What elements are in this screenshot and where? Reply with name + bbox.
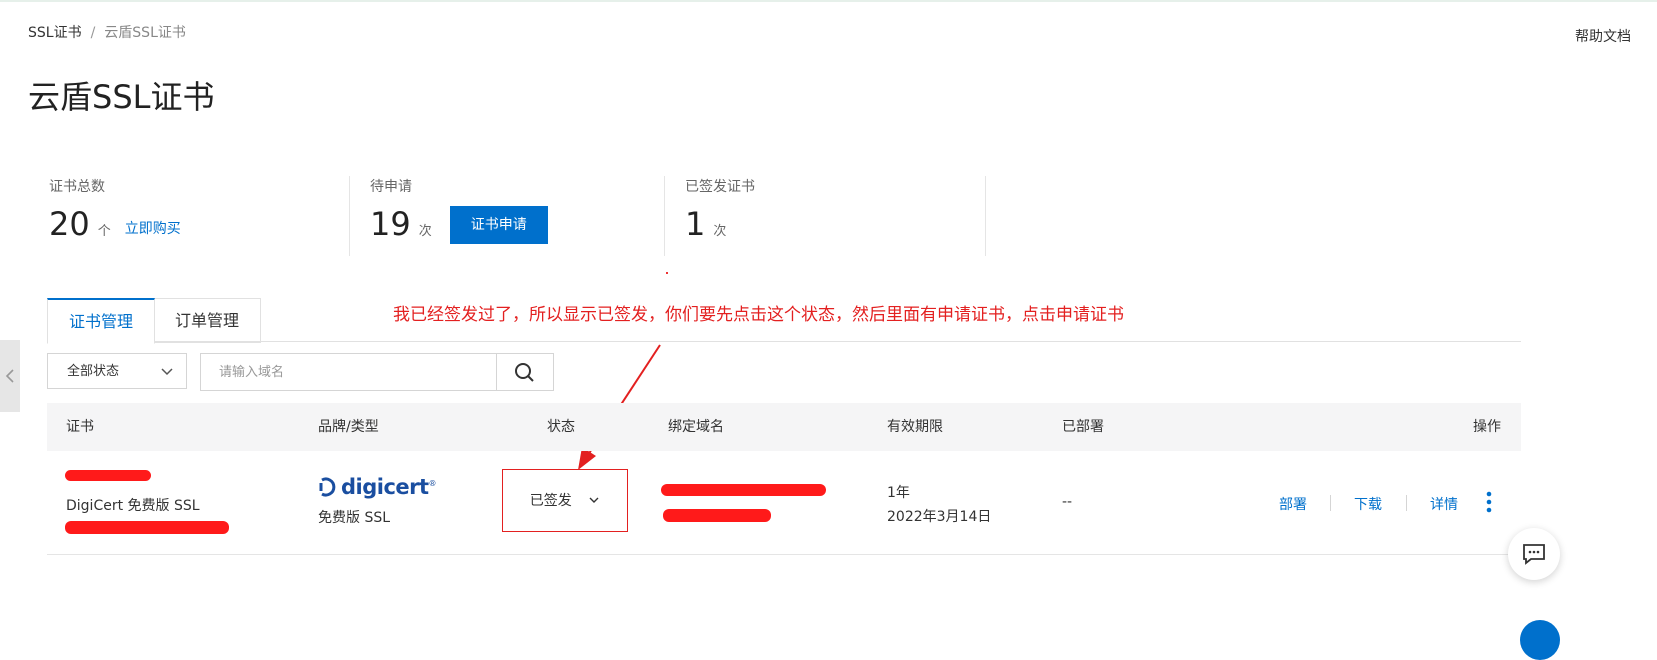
deploy-button[interactable]: 部署 <box>1279 494 1307 514</box>
th-deployed: 已部署 <box>1062 419 1104 435</box>
th-cert: 证书 <box>66 419 94 435</box>
chat-button[interactable] <box>1508 528 1560 580</box>
top-accent-line <box>0 0 1657 2</box>
stat-pending-label: 待申请 <box>370 179 412 195</box>
detail-button[interactable]: 详情 <box>1430 494 1458 514</box>
search-icon <box>515 363 534 382</box>
th-brand: 品牌/类型 <box>318 419 379 435</box>
stats-divider <box>985 176 986 256</box>
chat-icon <box>1523 544 1545 565</box>
op-divider <box>1330 495 1331 511</box>
digicert-logo: digicert® <box>319 475 437 499</box>
stat-issued-unit: 次 <box>713 223 727 239</box>
th-status: 状态 <box>547 419 575 435</box>
apply-certificate-button[interactable]: 证书申请 <box>449 206 548 244</box>
status-value: 已签发 <box>529 493 572 509</box>
deployed-value: -- <box>1062 494 1073 510</box>
sidebar-collapse-handle[interactable] <box>0 340 20 412</box>
page-title: 云盾SSL证书 <box>28 78 215 116</box>
stat-pending-value: 19 <box>370 205 411 243</box>
breadcrumb-current: 云盾SSL证书 <box>104 25 186 41</box>
breadcrumb: SSL证书 / 云盾SSL证书 <box>28 22 186 42</box>
redaction-mark <box>65 521 229 534</box>
annotation-dot <box>666 272 668 274</box>
corner-widget <box>1520 620 1560 660</box>
tab-cert-management[interactable]: 证书管理 <box>47 298 155 344</box>
chevron-down-icon <box>160 354 174 404</box>
domain-search <box>200 353 554 391</box>
domain-search-input[interactable] <box>201 354 495 390</box>
stat-total-value: 20 <box>49 205 90 243</box>
redaction-mark <box>661 484 826 496</box>
chevron-down-icon <box>589 497 599 503</box>
search-button[interactable] <box>496 354 554 390</box>
stat-issued: 已签发证书 1 次 <box>664 176 965 256</box>
redaction-mark <box>65 470 151 481</box>
stat-issued-value: 1 <box>685 205 706 243</box>
validity-date: 2022年3月14日 <box>887 509 992 525</box>
redaction-mark <box>663 509 771 522</box>
stat-pending-unit: 次 <box>418 223 432 239</box>
stat-pending: 待申请 19 次 证书申请 <box>349 176 650 256</box>
th-validity: 有效期限 <box>887 419 943 435</box>
status-filter-value: 全部状态 <box>67 364 120 379</box>
validity-period: 1年 <box>887 485 910 501</box>
th-ops: 操作 <box>1473 419 1501 435</box>
op-divider <box>1406 495 1407 511</box>
stat-total-unit: 个 <box>97 223 111 239</box>
tab-order-management[interactable]: 订单管理 <box>153 298 261 343</box>
more-vertical-icon[interactable] <box>1484 491 1494 513</box>
help-docs-link[interactable]: 帮助文档 <box>1575 26 1631 46</box>
tab-divider <box>47 341 1521 342</box>
breadcrumb-separator: / <box>90 25 96 41</box>
table-header: 证书 品牌/类型 状态 绑定域名 有效期限 已部署 操作 <box>47 403 1521 451</box>
download-button[interactable]: 下载 <box>1354 494 1382 514</box>
status-filter-select[interactable]: 全部状态 <box>47 353 187 389</box>
stat-total: 证书总数 20 个 立即购买 <box>49 176 349 256</box>
chevron-left-icon <box>5 369 14 383</box>
th-domain: 绑定域名 <box>668 419 724 435</box>
brand-type: 免费版 SSL <box>318 510 391 526</box>
stat-issued-label: 已签发证书 <box>685 179 755 195</box>
buy-now-link[interactable]: 立即购买 <box>125 218 181 238</box>
table-row: DigiCert 免费版 SSL digicert® 免费版 SSL 已签发 1… <box>47 451 1521 555</box>
status-dropdown[interactable]: 已签发 <box>502 469 628 532</box>
cert-name: DigiCert 免费版 SSL <box>66 498 200 514</box>
annotation-text: 我已经签发过了，所以显示已签发，你们要先点击这个状态，然后里面有申请证书，点击申… <box>393 305 1124 325</box>
breadcrumb-root[interactable]: SSL证书 <box>28 25 82 41</box>
stat-total-label: 证书总数 <box>49 179 105 195</box>
